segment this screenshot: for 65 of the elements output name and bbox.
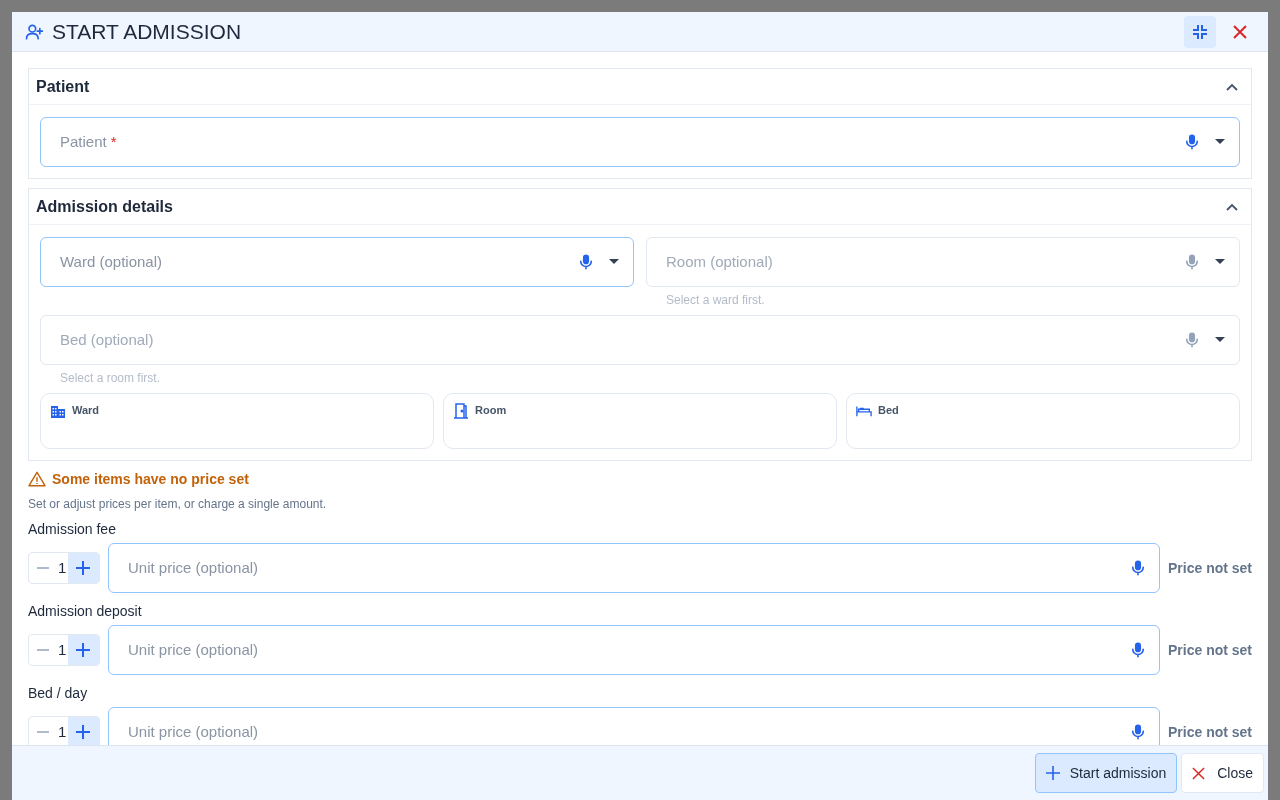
quantity-value: 1 [56, 721, 68, 742]
dropdown-caret-icon [1215, 259, 1225, 265]
warning-icon [28, 471, 46, 487]
microphone-icon [1183, 331, 1201, 349]
close-icon [1233, 24, 1247, 39]
item-label: Admission fee [28, 521, 117, 537]
price-status: Price not set [1168, 722, 1252, 742]
close-icon [1192, 766, 1206, 780]
quantity-value: 1 [56, 557, 68, 578]
item-label: Bed / day [28, 685, 89, 701]
required-mark: * [110, 131, 117, 152]
dropdown-caret-icon [1215, 337, 1225, 343]
collapse-chevron-icon [1226, 82, 1238, 91]
price-input[interactable]: Unit price (optional) [108, 543, 1160, 593]
section-title: Patient [36, 76, 91, 97]
minus-icon [36, 649, 49, 651]
hint-text: Set or adjust prices per item, or charge a single amount. [28, 497, 328, 511]
microphone-icon [1183, 133, 1201, 151]
input-placeholder: Unit price (optional) [128, 721, 260, 742]
card-label: Room [475, 403, 507, 417]
price-status: Price not set [1168, 640, 1252, 660]
collapse-chevron-icon [1226, 202, 1238, 211]
quantity-stepper[interactable]: 1 [28, 634, 100, 666]
field-label: Patient [60, 131, 107, 152]
dialog-title: START ADMISSION [52, 18, 243, 45]
increase-button[interactable] [67, 553, 99, 583]
quantity-value: 1 [56, 639, 68, 660]
select-field[interactable]: Ward (optional) [40, 237, 634, 287]
price-status: Price not set [1168, 558, 1252, 578]
helper-text: Select a room first. [59, 371, 162, 385]
plus-icon [76, 561, 91, 575]
start-admission-button[interactable]: Start admission [1034, 753, 1178, 793]
quantity-stepper[interactable]: 1 [28, 552, 100, 584]
plus-icon [1045, 766, 1060, 780]
item-label: Admission deposit [28, 603, 143, 619]
increase-button[interactable] [67, 717, 99, 745]
card-label: Ward [72, 403, 100, 417]
microphone-icon [577, 253, 595, 271]
microphone-icon [1129, 723, 1147, 741]
price-input[interactable]: Unit price (optional) [108, 625, 1160, 675]
input-placeholder: Unit price (optional) [128, 557, 260, 578]
input-placeholder: Unit price (optional) [128, 639, 260, 660]
warning-text: Some items have no price set [52, 469, 249, 489]
plus-icon [76, 725, 91, 739]
minus-icon [36, 567, 49, 569]
microphone-icon [1129, 641, 1147, 659]
section-title: Admission details [36, 196, 174, 217]
field-label: Room (optional) [666, 251, 773, 272]
select-field[interactable]: Patient * [40, 117, 1240, 167]
door-icon [453, 403, 469, 419]
plus-icon [76, 643, 91, 657]
compress-icon [1192, 23, 1208, 40]
building-icon [50, 403, 66, 419]
card-label: Bed [878, 403, 899, 417]
field-label: Ward (optional) [60, 251, 162, 272]
helper-text: Select a ward first. [665, 293, 766, 307]
microphone-icon [1183, 253, 1201, 271]
dropdown-caret-icon [1215, 139, 1225, 145]
microphone-icon [1129, 559, 1147, 577]
minus-icon [36, 731, 49, 733]
increase-button[interactable] [67, 635, 99, 665]
dropdown-caret-icon [609, 259, 619, 265]
close-button[interactable]: Close [1181, 753, 1264, 793]
collapse-button[interactable] [1184, 15, 1216, 48]
field-label: Bed (optional) [60, 329, 154, 350]
